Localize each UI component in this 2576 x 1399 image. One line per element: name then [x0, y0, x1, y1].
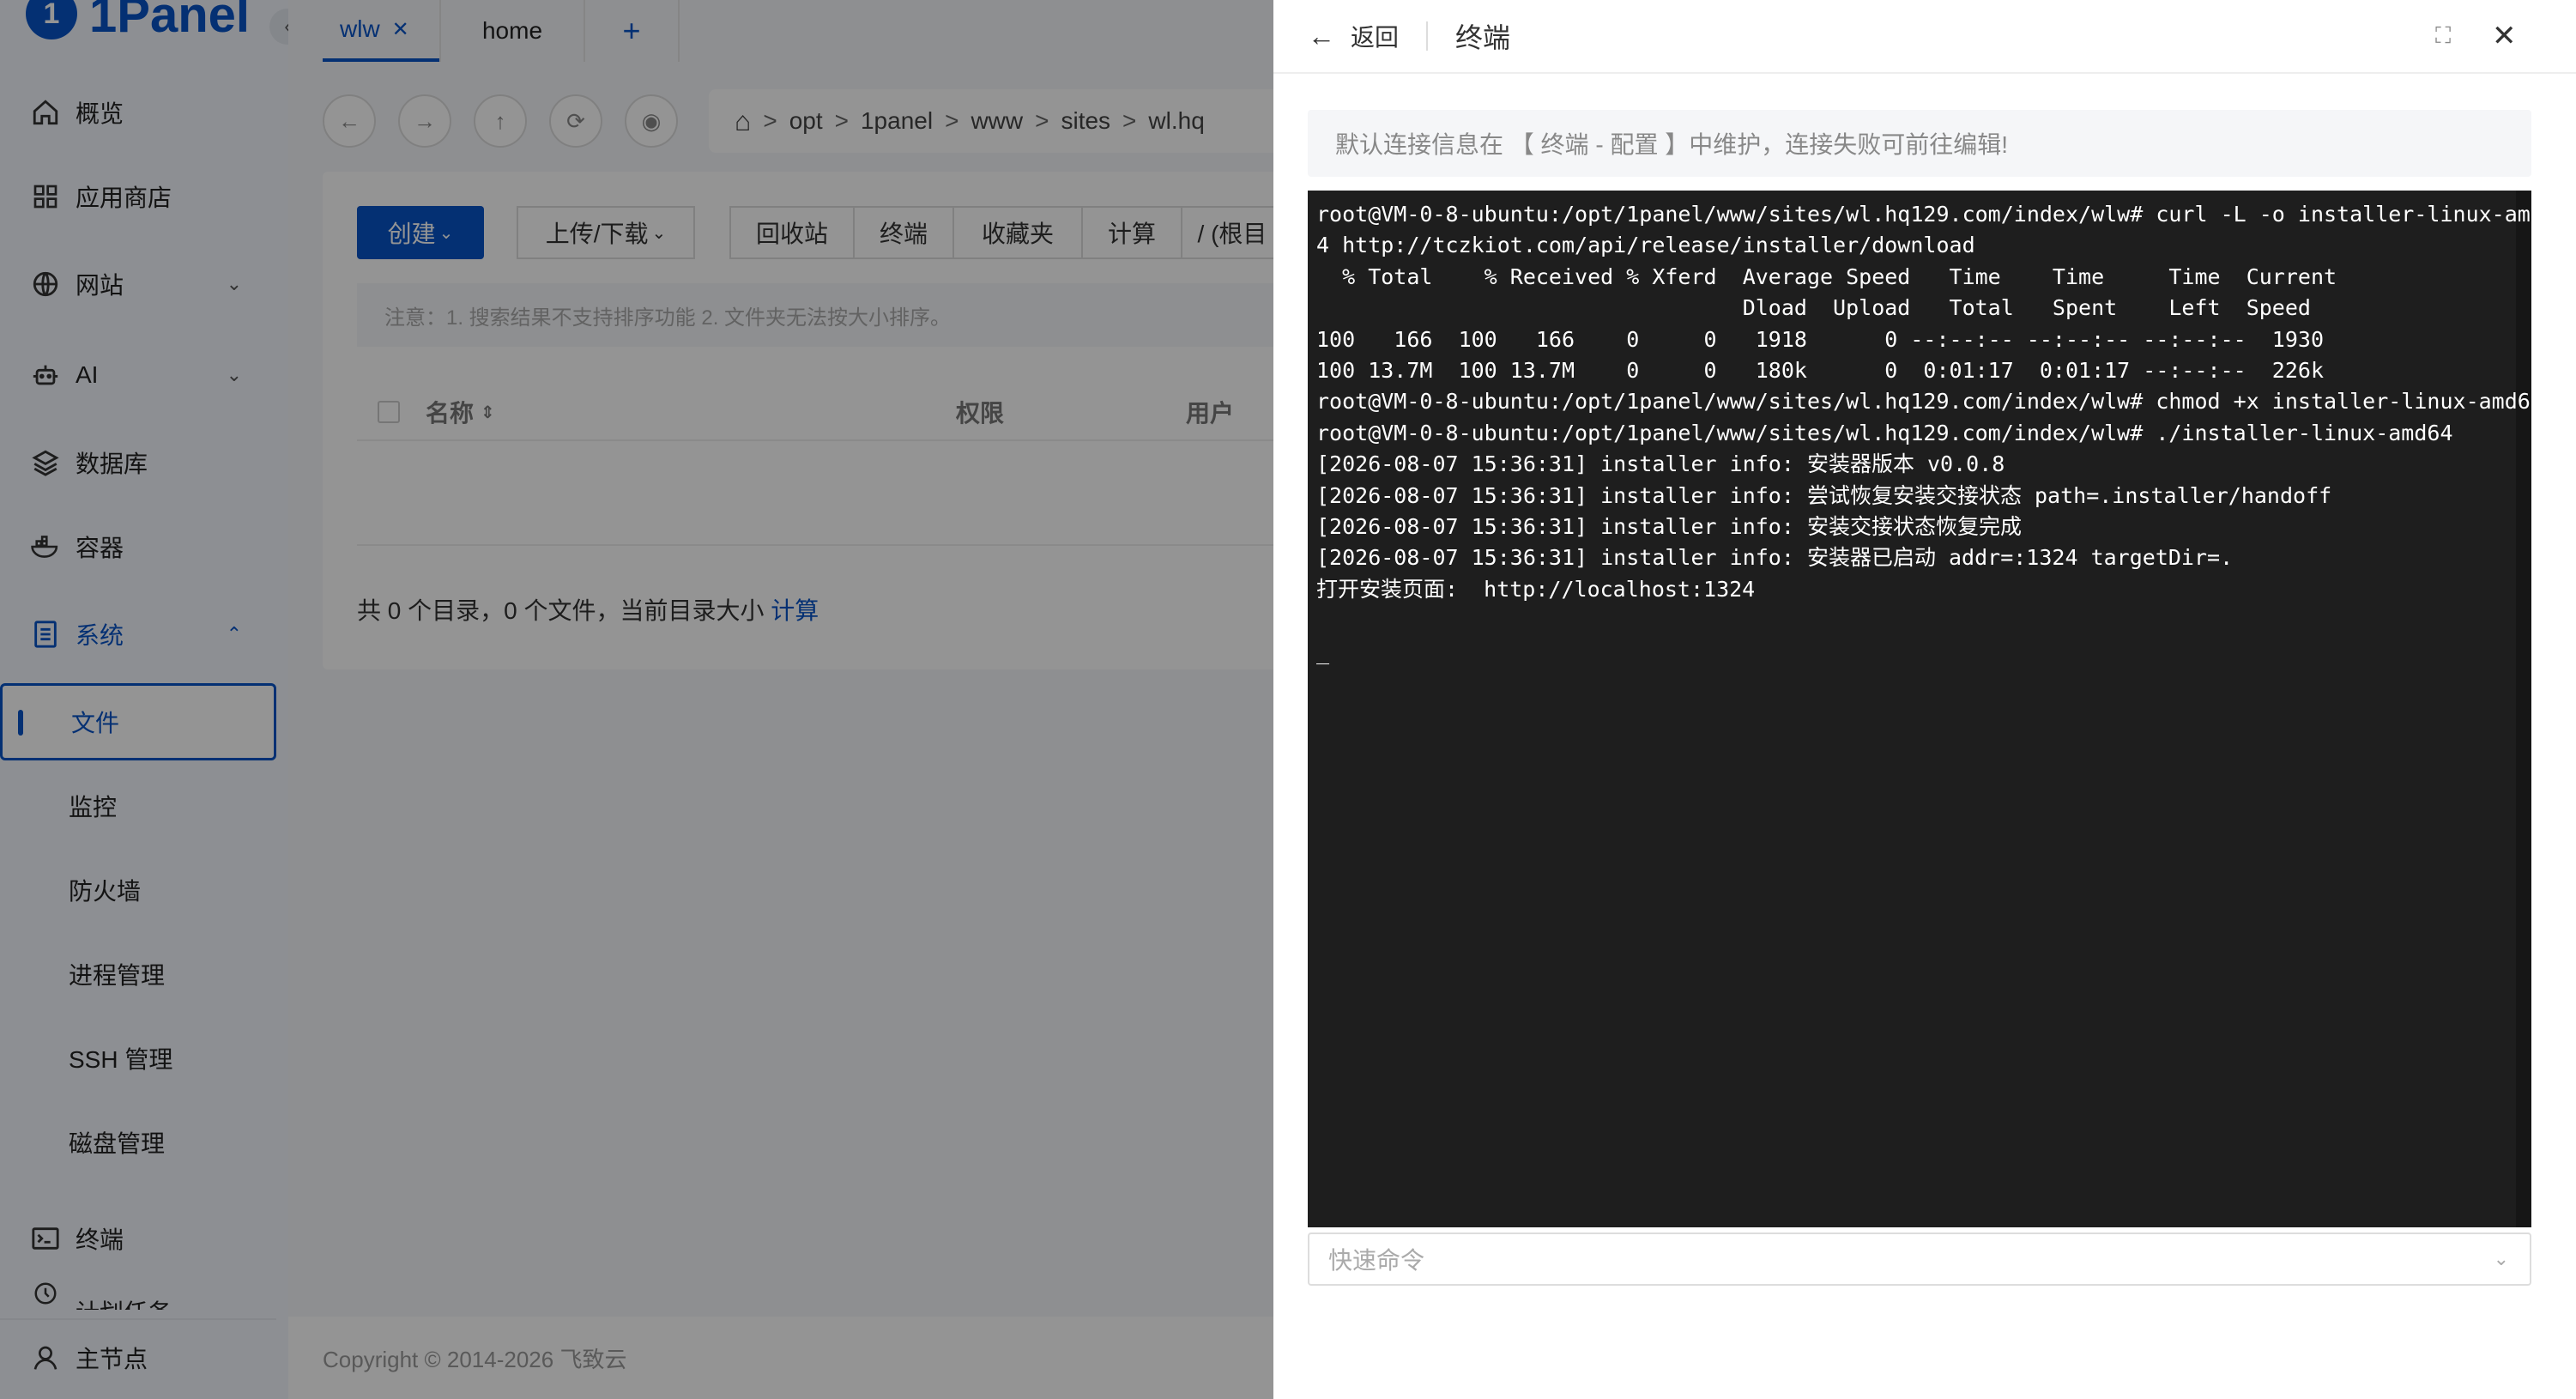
terminal-line: root@VM-0-8-ubuntu:/opt/1panel/www/sites…	[1316, 389, 2543, 415]
close-icon[interactable]: ✕	[2492, 19, 2517, 53]
terminal-line: 打开安装页面: http://localhost:1324	[1316, 576, 1756, 602]
terminal-line: [2026-08-07 15:36:31] installer info: 安装…	[1316, 451, 2005, 477]
terminal-screen[interactable]: root@VM-0-8-ubuntu:/opt/1panel/www/sites…	[1308, 191, 2556, 1227]
modal-overlay[interactable]	[0, 0, 1273, 1399]
terminal-line: _	[1316, 639, 1330, 664]
back-button[interactable]: 返回	[1351, 19, 1399, 53]
terminal-line: root@VM-0-8-ubuntu:/opt/1panel/www/sites…	[1316, 420, 2453, 445]
terminal-line: % Total % Received % Xferd Average Speed…	[1316, 263, 2337, 289]
quick-command-select[interactable]: 快速命令 ⌄	[1308, 1232, 2531, 1286]
drawer-title: 终端	[1455, 22, 1511, 53]
connection-info-bar: 默认连接信息在 【 终端 - 配置 】中维护，连接失败可前往编辑!	[1308, 110, 2531, 177]
fullscreen-icon[interactable]: ⛶	[2435, 22, 2451, 50]
terminal-line: [2026-08-07 15:36:31] installer info: 尝试…	[1316, 482, 2332, 508]
terminal-line: 100 166 100 166 0 0 1918 0 --:--:-- --:-…	[1316, 326, 2324, 352]
chevron-down-icon: ⌄	[2493, 1248, 2509, 1269]
terminal-drawer: ← 返回 终端 ⛶ ✕ 默认连接信息在 【 终端 - 配置 】中维护，连接失败可…	[1273, 0, 2576, 1399]
terminal-line: Dload Upload Total Spent Left Speed	[1316, 295, 2311, 321]
terminal-line: root@VM-0-8-ubuntu:/opt/1panel/www/sites…	[1316, 202, 2556, 227]
terminal-line: 4 http://tczkiot.com/api/release/install…	[1316, 233, 1975, 258]
arrow-left-icon[interactable]: ←	[1308, 21, 1335, 52]
terminal-line: [2026-08-07 15:36:31] installer info: 安装…	[1316, 514, 2022, 540]
connection-info-text: 默认连接信息在 【 终端 - 配置 】中维护，连接失败可前往编辑!	[1335, 131, 2009, 158]
header-divider	[1426, 21, 1429, 51]
drawer-header: ← 返回 终端 ⛶ ✕	[1273, 0, 2576, 74]
terminal-line: 100 13.7M 100 13.7M 0 0 180k 0 0:01:17 0…	[1316, 358, 2324, 384]
terminal-output: root@VM-0-8-ubuntu:/opt/1panel/www/sites…	[1316, 199, 2556, 668]
terminal-line: [2026-08-07 15:36:31] installer info: 安装…	[1316, 545, 2234, 571]
quick-command-placeholder: 快速命令	[1328, 1247, 1425, 1274]
